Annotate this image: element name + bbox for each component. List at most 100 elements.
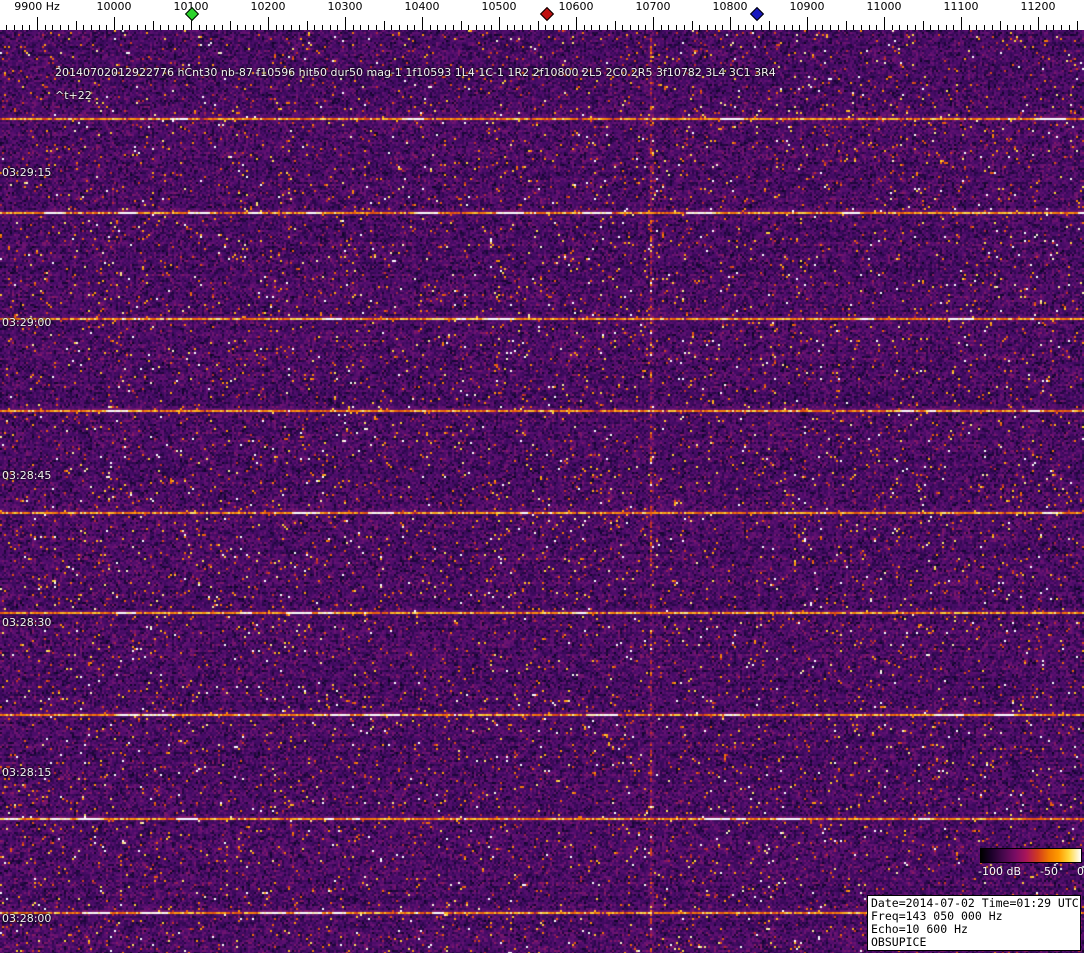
spectrogram-canvas[interactable] <box>0 30 1084 953</box>
ruler-tick <box>984 25 985 30</box>
ruler-tick <box>376 25 377 30</box>
ruler-tick <box>260 25 261 30</box>
ruler-tick <box>745 25 746 30</box>
ruler-tick <box>668 25 669 30</box>
ruler-tick <box>738 25 739 30</box>
ruler-tick <box>314 25 315 30</box>
ruler-tick <box>106 25 107 30</box>
ruler-tick <box>799 25 800 30</box>
ruler-tick <box>776 25 777 30</box>
ruler-tick <box>29 25 30 30</box>
ruler-tick <box>861 25 862 30</box>
ruler-tick <box>784 25 785 30</box>
ruler-tick <box>6 25 7 30</box>
ruler-tick <box>153 21 154 30</box>
ruler-tick <box>653 17 654 30</box>
ruler-tick <box>99 25 100 30</box>
ruler-tick <box>815 25 816 30</box>
ruler-tick <box>60 25 61 30</box>
ruler-tick <box>753 25 754 30</box>
ruler-tick <box>461 21 462 30</box>
ruler-tick-label: 10700 <box>635 0 671 13</box>
ruler-tick <box>353 25 354 30</box>
ruler-tick <box>899 25 900 30</box>
observation-info-box: Date=2014-07-02 Time=01:29 UTC Freq=143 … <box>867 895 1081 951</box>
ruler-tick <box>168 25 169 30</box>
ruler-tick <box>330 25 331 30</box>
ruler-tick <box>692 21 693 30</box>
ruler-tick <box>422 17 423 30</box>
ruler-tick <box>599 25 600 30</box>
ruler-tick <box>707 25 708 30</box>
ruler-tick <box>722 25 723 30</box>
ruler-tick <box>399 25 400 30</box>
ruler-tick <box>45 25 46 30</box>
detection-header-text: 20140702012922776 hCnt30 nb-87 f10596 hi… <box>55 66 776 79</box>
ruler-tick <box>1007 25 1008 30</box>
ruler-tick <box>1069 25 1070 30</box>
ruler-tick <box>622 25 623 30</box>
ruler-tick <box>360 25 361 30</box>
ruler-tick-label: 10200 <box>250 0 286 13</box>
ruler-tick <box>245 25 246 30</box>
time-label: 03:28:45 <box>2 469 52 482</box>
ruler-tick <box>491 25 492 30</box>
ruler-tick <box>337 25 338 30</box>
ruler-tick <box>607 25 608 30</box>
colorbar-label-max: 0 <box>1077 865 1084 878</box>
ruler-tick <box>37 17 38 30</box>
spectrogram-app-window: 9900 Hz100001010010200103001040010500106… <box>0 0 1084 953</box>
ruler-tick <box>938 25 939 30</box>
ruler-tick <box>137 25 138 30</box>
ruler-tick <box>892 25 893 30</box>
ruler-tick <box>961 17 962 30</box>
marker-blue-icon[interactable] <box>749 6 765 22</box>
ruler-tick <box>591 25 592 30</box>
ruler-tick <box>237 25 238 30</box>
marker-red-icon[interactable] <box>539 6 555 22</box>
cursor-note-text: ^t+22 <box>55 89 92 102</box>
ruler-tick <box>22 25 23 30</box>
ruler-tick <box>715 25 716 30</box>
ruler-tick-label: 10800 <box>712 0 748 13</box>
ruler-tick <box>52 25 53 30</box>
ruler-tick-label: 10600 <box>558 0 594 13</box>
ruler-tick <box>838 25 839 30</box>
ruler-tick <box>638 25 639 30</box>
ruler-tick <box>283 25 284 30</box>
ruler-tick <box>1061 25 1062 30</box>
time-label: 03:28:00 <box>2 912 52 925</box>
ruler-tick-label: 10900 <box>789 0 825 13</box>
ruler-tick <box>676 25 677 30</box>
ruler-tick <box>129 25 130 30</box>
colorbar-label-min: -100 dB <box>978 865 1021 878</box>
ruler-tick <box>453 25 454 30</box>
ruler-tick <box>322 25 323 30</box>
ruler-tick <box>615 21 616 30</box>
ruler-tick <box>183 25 184 30</box>
colorbar-gradient <box>980 848 1082 863</box>
ruler-tick <box>476 25 477 30</box>
colorbar-labels: -100 dB -50 0 <box>978 865 1084 878</box>
ruler-tick <box>176 25 177 30</box>
ruler-tick <box>14 25 15 30</box>
ruler-tick <box>907 25 908 30</box>
ruler-tick <box>514 25 515 30</box>
ruler-tick <box>345 17 346 30</box>
ruler-tick <box>1053 25 1054 30</box>
ruler-tick-label: 11200 <box>1020 0 1056 13</box>
ruler-tick <box>630 25 631 30</box>
ruler-tick <box>507 25 508 30</box>
ruler-tick <box>761 25 762 30</box>
ruler-tick <box>499 17 500 30</box>
time-label: 03:28:30 <box>2 616 52 629</box>
frequency-ruler: 9900 Hz100001010010200103001040010500106… <box>0 0 1084 30</box>
ruler-tick <box>368 25 369 30</box>
ruler-tick <box>645 25 646 30</box>
ruler-tick <box>437 25 438 30</box>
ruler-tick <box>230 21 231 30</box>
ruler-tick <box>946 25 947 30</box>
ruler-tick <box>699 25 700 30</box>
ruler-tick <box>199 25 200 30</box>
ruler-tick <box>869 25 870 30</box>
